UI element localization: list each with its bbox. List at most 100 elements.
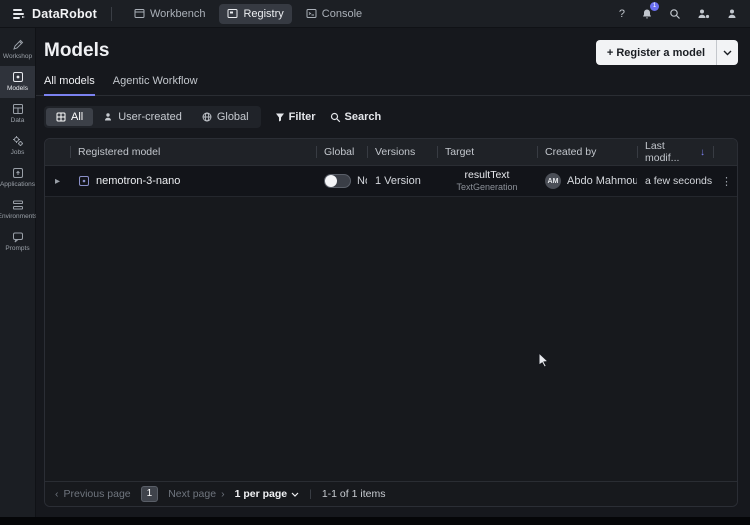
brand-name: DataRobot [32, 6, 97, 21]
column-header-registered-model[interactable]: Registered model [70, 139, 316, 165]
per-page-select[interactable]: 1 per page [235, 488, 300, 500]
tab-all-models[interactable]: All models [44, 75, 95, 96]
column-header-target[interactable]: Target [437, 139, 537, 165]
sidebar-item-prompts[interactable]: Prompts [0, 226, 35, 258]
nav-registry-label: Registry [243, 7, 284, 20]
search-icon[interactable] [669, 8, 681, 20]
main-content: Models + Register a model All models Age… [36, 28, 750, 517]
filter-button[interactable]: Filter [275, 111, 316, 123]
sidebar-item-jobs[interactable]: Jobs [0, 130, 35, 162]
avatar: AM [545, 173, 561, 189]
notifications-icon[interactable]: 1 [641, 1, 659, 20]
person-icon [103, 112, 113, 122]
prompts-icon [12, 231, 24, 243]
workbench-icon [134, 8, 145, 19]
row-target-cell: resultText TextGeneration [437, 170, 537, 192]
row-versions-cell: 1 Version [375, 175, 421, 187]
created-by-name: Abdo Mahmoud [567, 175, 637, 187]
top-bar: DataRobot Workbench Registry Console ? 1 [0, 0, 750, 28]
segment-user-created[interactable]: User-created [93, 108, 192, 126]
segment-global[interactable]: Global [192, 108, 259, 126]
tab-bar: All models Agentic Workflow [36, 75, 750, 96]
data-icon [12, 103, 24, 115]
segment-label: All [71, 111, 84, 123]
per-page-label: 1 per page [234, 488, 288, 500]
sort-desc-icon[interactable]: ↓ [700, 147, 705, 158]
console-icon [306, 8, 317, 19]
sidebar-item-label: Models [7, 85, 28, 92]
models-icon [12, 71, 24, 83]
toggle-knob [325, 175, 337, 187]
user-management-icon[interactable] [697, 8, 710, 20]
column-header-created-by[interactable]: Created by [537, 139, 637, 165]
topbar-actions: ? 1 [619, 1, 738, 20]
row-last-modified-cell: a few seconds ago [645, 175, 713, 187]
nav-workbench[interactable]: Workbench [126, 4, 213, 24]
chevron-down-icon [723, 50, 732, 56]
filter-button-label: Filter [288, 111, 316, 123]
sidebar-item-label: Environments [0, 213, 38, 220]
chevron-left-icon: ‹ [55, 488, 59, 500]
search-button[interactable]: Search [330, 111, 381, 123]
sidebar-item-label: Jobs [10, 149, 25, 156]
previous-page-label: Previous page [63, 488, 131, 500]
sidebar: Workshop Models Data Jobs Applications E… [0, 28, 38, 517]
applications-icon [12, 167, 24, 179]
tab-agentic-workflow[interactable]: Agentic Workflow [113, 75, 198, 95]
models-table-panel: Registered model Global Versions Target … [44, 138, 738, 507]
sidebar-item-data[interactable]: Data [0, 98, 35, 130]
register-model-caret-button[interactable] [716, 40, 738, 65]
sidebar-item-label: Data [10, 117, 25, 124]
pagination-bar: ‹ Previous page 1 Next page › 1 per page… [45, 481, 737, 506]
items-summary: 1-1 of 1 items [321, 488, 386, 500]
topbar-divider [111, 6, 112, 21]
segment-label: Global [216, 111, 249, 123]
nav-console-label: Console [321, 7, 363, 20]
sidebar-item-label: Workshop [2, 53, 33, 60]
register-model-button[interactable]: + Register a model [595, 40, 716, 65]
global-toggle-label: No [357, 175, 367, 187]
search-icon [330, 112, 341, 123]
previous-page-button[interactable]: ‹ Previous page [55, 488, 131, 500]
sidebar-item-environments[interactable]: Environments [0, 194, 38, 226]
chevron-right-icon[interactable]: ▸ [55, 176, 60, 187]
table-empty-area [45, 197, 737, 481]
page-header: Models + Register a model [44, 40, 738, 65]
register-model-split-button: + Register a model [595, 40, 738, 65]
user-icon[interactable] [726, 8, 738, 20]
topbar-nav: Workbench Registry Console [126, 3, 370, 24]
row-expand-cell: ▸ [45, 176, 70, 187]
sidebar-item-models[interactable]: Models [0, 66, 35, 98]
datarobot-logo[interactable]: DataRobot [12, 7, 97, 21]
target-type: TextGeneration [456, 182, 518, 192]
nav-console[interactable]: Console [298, 4, 370, 24]
model-name-link[interactable]: nemotron-3-nano [96, 175, 180, 187]
current-page-indicator[interactable]: 1 [140, 486, 159, 502]
column-header-last-modified[interactable]: Last modif... ↓ [637, 139, 713, 165]
pagination-divider: | [309, 488, 312, 500]
help-icon[interactable]: ? [619, 8, 625, 20]
next-page-button[interactable]: Next page › [168, 488, 224, 500]
environments-icon [12, 199, 24, 211]
row-created-by-cell: AM Abdo Mahmoud [537, 173, 637, 189]
table-row[interactable]: ▸ nemotron-3-nano No 1 Version resultTex… [45, 166, 737, 197]
chevron-down-icon [291, 492, 299, 497]
table-header-row: Registered model Global Versions Target … [45, 139, 737, 166]
kebab-menu-icon[interactable]: ⋮ [721, 175, 732, 188]
column-header-versions[interactable]: Versions [367, 139, 437, 165]
column-header-global[interactable]: Global [316, 139, 367, 165]
next-page-label: Next page [168, 488, 217, 500]
filter-toolbar: All User-created Global Filter Search [44, 106, 738, 128]
segment-all[interactable]: All [46, 108, 94, 126]
globe-icon [202, 112, 212, 122]
global-toggle[interactable] [324, 174, 351, 188]
row-global-cell: No [316, 174, 367, 188]
nav-registry[interactable]: Registry [219, 3, 292, 24]
chevron-right-icon: › [221, 488, 225, 500]
sidebar-item-workshop[interactable]: Workshop [0, 34, 35, 66]
page-title: Models [44, 40, 110, 61]
grid-icon [56, 112, 66, 122]
sidebar-item-applications[interactable]: Applications [0, 162, 35, 194]
model-icon [78, 175, 90, 187]
row-actions-cell: ⋮ [713, 175, 737, 188]
